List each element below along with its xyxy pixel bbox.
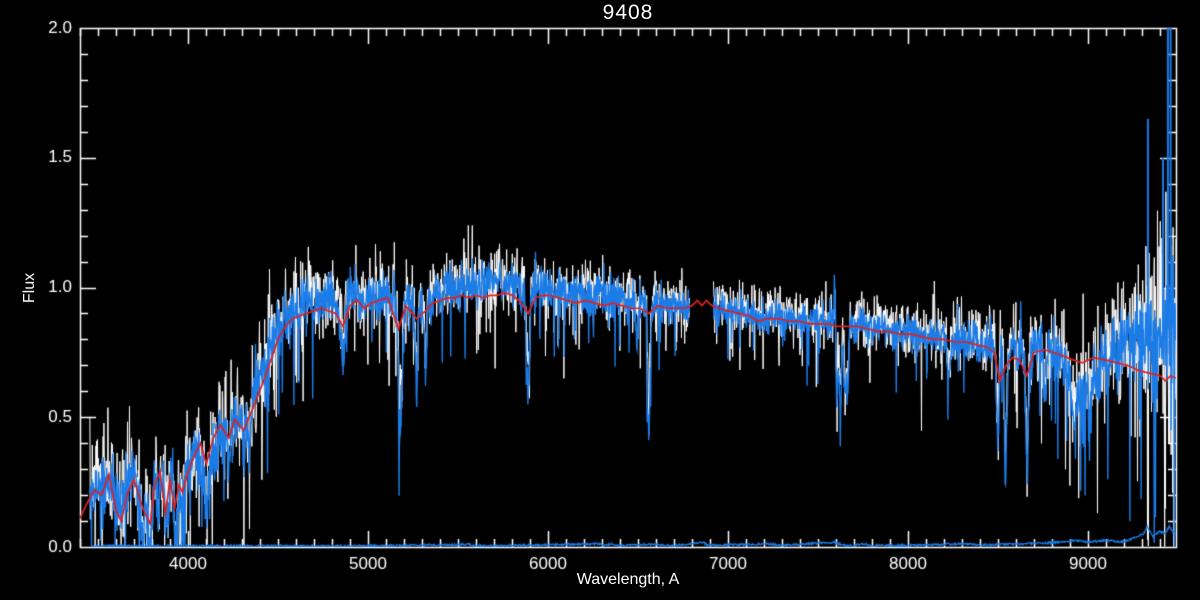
x-axis-label: Wavelength, A xyxy=(80,571,1176,589)
spectrum-plot-canvas xyxy=(0,0,1200,600)
y-axis-label: Flux xyxy=(21,273,39,303)
chart-title: 9408 xyxy=(80,1,1176,25)
spectrum-figure: 9408 Wavelength, A Flux xyxy=(0,0,1200,600)
